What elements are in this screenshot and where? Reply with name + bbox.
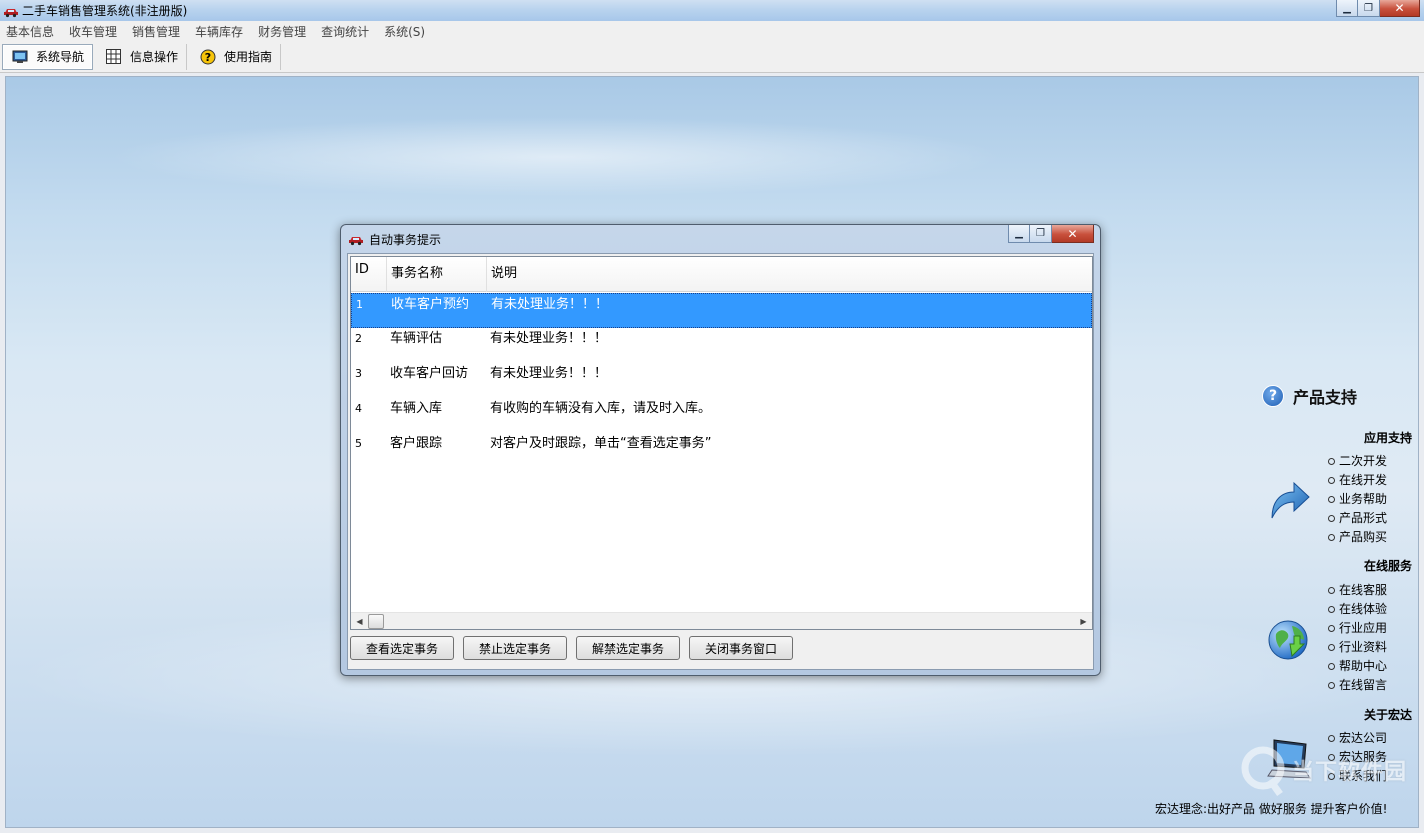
product-support-title: ? 产品支持 [1262, 384, 1422, 408]
row-id: 3 [355, 367, 362, 380]
menu-basic-info[interactable]: 基本信息 [0, 23, 63, 40]
link-industry-application[interactable]: 行业应用 [1328, 619, 1387, 638]
online-service-links: 在线客服 在线体验 行业应用 行业资料 帮助中心 在线留言 [1328, 581, 1387, 695]
section-title-online-service: 在线服务 [1363, 559, 1412, 573]
help-icon: ? [199, 49, 216, 65]
dialog-window-controls: ▁ ❐ ✕ [1008, 225, 1094, 243]
view-selected-task-button[interactable]: 查看选定事务 [350, 636, 454, 660]
row-task-name: 收车客户预约 [391, 297, 470, 312]
watermark: 当下软件园 [1240, 742, 1410, 802]
svg-text:?: ? [204, 51, 210, 64]
link-secondary-development[interactable]: 二次开发 [1328, 452, 1387, 471]
close-task-window-button[interactable]: 关闭事务窗口 [689, 636, 793, 660]
toolbar-label: 信息操作 [130, 50, 179, 64]
arrow-icon [1271, 481, 1310, 519]
row-id: 4 [355, 402, 362, 415]
watermark-logo-icon [1241, 746, 1285, 797]
window-titlebar[interactable]: 二手车销售管理系统(非注册版) ▁ ❐ ✕ [0, 0, 1424, 21]
window-controls: ▁ ❐ ✕ [1336, 0, 1420, 17]
footer-slogan: 宏达理念:出好产品 做好服务 提升客户价值! [1155, 802, 1388, 816]
table-row[interactable]: 2 车辆评估 有未处理业务！！！ [351, 328, 1092, 363]
row-description: 对客户及时跟踪，单击“查看选定事务” [490, 436, 712, 451]
enable-selected-task-button[interactable]: 解禁选定事务 [576, 636, 680, 660]
link-industry-materials[interactable]: 行业资料 [1328, 638, 1387, 657]
dialog-button-row: 查看选定事务 禁止选定事务 解禁选定事务 关闭事务窗口 [350, 636, 802, 660]
watermark-text: 当下软件园 [1292, 760, 1408, 785]
toolbar-label: 使用指南 [224, 50, 273, 64]
close-button[interactable]: ✕ [1380, 0, 1420, 17]
row-id: 2 [355, 332, 362, 345]
toolbar: 系统导航 信息操作 ? 使用指南 [0, 41, 1424, 73]
scroll-right-icon[interactable]: ▶ [1075, 613, 1092, 630]
toolbar-user-guide-button[interactable]: ? 使用指南 [191, 43, 282, 70]
link-online-message[interactable]: 在线留言 [1328, 676, 1387, 695]
column-header-description[interactable]: 说明 [487, 257, 1092, 292]
list-header: ID 事务名称 说明 [351, 257, 1092, 292]
row-description: 有未处理业务！！！ [490, 366, 608, 381]
minimize-button[interactable]: ▁ [1336, 0, 1358, 17]
menu-sales[interactable]: 销售管理 [126, 23, 189, 40]
disable-selected-task-button[interactable]: 禁止选定事务 [463, 636, 567, 660]
row-description: 有未处理业务！！！ [491, 297, 609, 312]
scroll-thumb[interactable] [368, 613, 384, 629]
link-business-help[interactable]: 业务帮助 [1328, 490, 1387, 509]
row-description: 有未处理业务！！！ [490, 331, 608, 346]
section-title-app-support: 应用支持 [1363, 431, 1412, 445]
menu-system[interactable]: 系统(S) [378, 23, 434, 40]
row-description: 有收购的车辆没有入库，请及时入库。 [490, 401, 712, 416]
link-help-center[interactable]: 帮助中心 [1328, 657, 1387, 676]
car-icon [349, 237, 363, 246]
auto-task-dialog: 自动事务提示 ▁ ❐ ✕ ID 事务名称 说明 1 收车客户预约 有未处理业务！… [340, 224, 1101, 676]
row-task-name: 车辆入库 [390, 401, 443, 416]
link-online-development[interactable]: 在线开发 [1328, 471, 1387, 490]
row-id: 5 [355, 437, 362, 450]
toolbar-info-ops-button[interactable]: 信息操作 [97, 43, 188, 70]
menu-finance[interactable]: 财务管理 [252, 23, 315, 40]
menu-purchase[interactable]: 收车管理 [63, 23, 126, 40]
toolbar-system-nav-button[interactable]: 系统导航 [2, 43, 94, 70]
table-row[interactable]: 1 收车客户预约 有未处理业务！！！ [351, 293, 1092, 328]
window-title: 二手车销售管理系统(非注册版) [22, 4, 188, 18]
dialog-maximize-button[interactable]: ❐ [1030, 225, 1052, 243]
table-row[interactable]: 4 车辆入库 有收购的车辆没有入库，请及时入库。 [351, 398, 1092, 433]
row-task-name: 车辆评估 [390, 331, 443, 346]
globe-icon [1268, 620, 1308, 660]
row-id: 1 [356, 298, 363, 311]
section-title-about: 关于宏达 [1363, 708, 1412, 722]
grid-icon [105, 49, 122, 65]
dialog-close-button[interactable]: ✕ [1052, 225, 1094, 243]
link-product-purchase[interactable]: 产品购买 [1328, 528, 1387, 547]
dialog-body: ID 事务名称 说明 1 收车客户预约 有未处理业务！！！ 2 车辆评估 有未处… [347, 253, 1094, 670]
background-glow [106, 117, 1006, 197]
horizontal-scrollbar[interactable]: ◀ ▶ [351, 612, 1092, 629]
row-task-name: 客户跟踪 [390, 436, 443, 451]
question-icon: ? [1262, 385, 1284, 407]
maximize-button[interactable]: ❐ [1358, 0, 1380, 17]
monitor-icon [11, 49, 28, 65]
link-online-trial[interactable]: 在线体验 [1328, 600, 1387, 619]
table-row[interactable]: 3 收车客户回访 有未处理业务！！！ [351, 363, 1092, 398]
toolbar-label: 系统导航 [36, 50, 85, 64]
menubar: 基本信息 收车管理 销售管理 车辆库存 财务管理 查询统计 系统(S) [0, 21, 1424, 41]
task-list[interactable]: ID 事务名称 说明 1 收车客户预约 有未处理业务！！！ 2 车辆评估 有未处… [350, 256, 1093, 630]
dialog-titlebar[interactable]: 自动事务提示 ▁ ❐ ✕ [341, 225, 1100, 253]
app-support-links: 二次开发 在线开发 业务帮助 产品形式 产品购买 [1328, 452, 1387, 547]
row-task-name: 收车客户回访 [390, 366, 469, 381]
table-row[interactable]: 5 客户跟踪 对客户及时跟踪，单击“查看选定事务” [351, 433, 1092, 468]
column-header-id[interactable]: ID [351, 257, 387, 292]
dialog-title: 自动事务提示 [369, 232, 442, 247]
link-online-customer-service[interactable]: 在线客服 [1328, 581, 1387, 600]
column-header-task-name[interactable]: 事务名称 [387, 257, 487, 292]
menu-statistics[interactable]: 查询统计 [315, 23, 378, 40]
menu-inventory[interactable]: 车辆库存 [189, 23, 252, 40]
product-support-label: 产品支持 [1293, 388, 1358, 407]
dialog-minimize-button[interactable]: ▁ [1008, 225, 1030, 243]
list-rows: 1 收车客户预约 有未处理业务！！！ 2 车辆评估 有未处理业务！！！ 3 收车… [351, 293, 1092, 468]
product-support-panel: ? 产品支持 应用支持 二次开发 在线开发 业务帮助 产品形式 产品购买 在线服… [1262, 384, 1422, 804]
link-product-form[interactable]: 产品形式 [1328, 509, 1387, 528]
scroll-left-icon[interactable]: ◀ [351, 613, 368, 630]
car-icon [4, 8, 18, 17]
